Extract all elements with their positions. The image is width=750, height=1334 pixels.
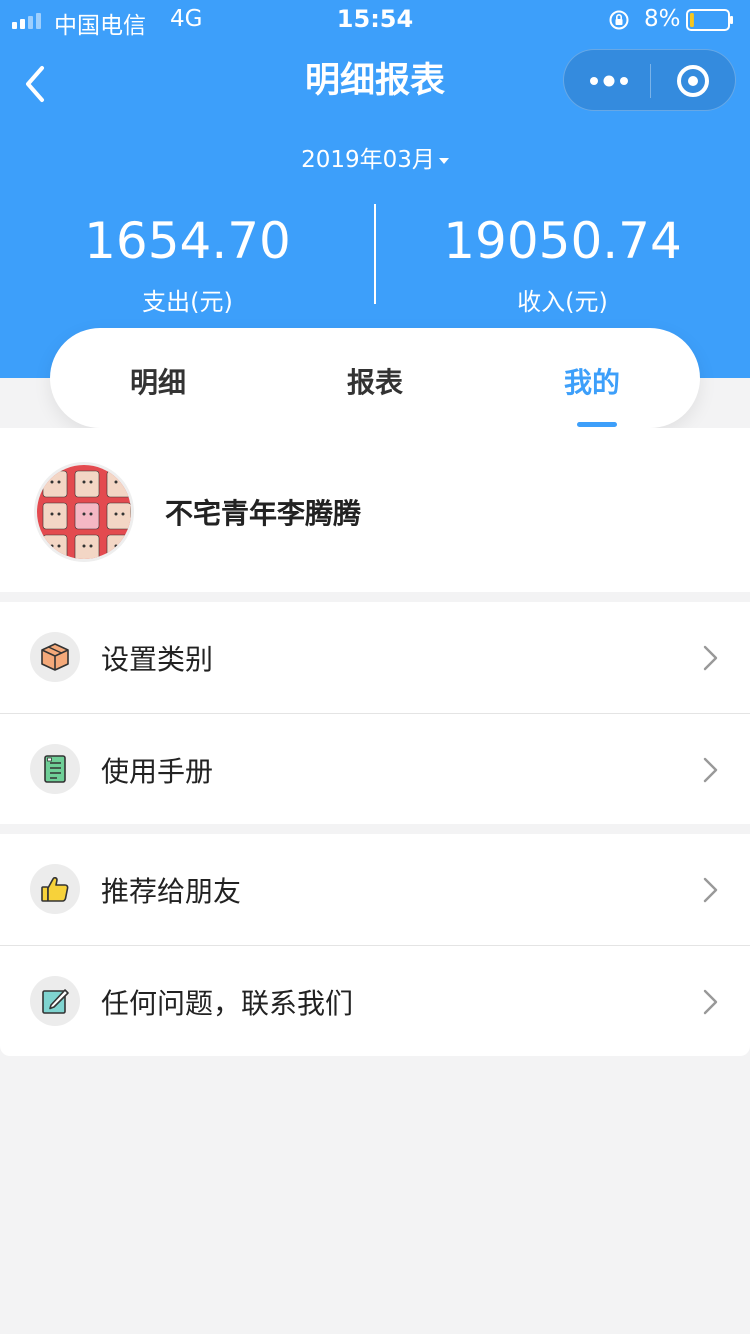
menu-item-recommend[interactable]: 推荐给朋友 — [0, 834, 750, 945]
battery-percent: 8% — [644, 6, 681, 32]
profile-card[interactable]: 不宅青年李腾腾 — [0, 428, 750, 592]
menu-item-categories[interactable]: 设置类别 — [0, 602, 750, 713]
avatar — [34, 462, 134, 562]
box-icon — [41, 643, 69, 671]
income-label: 收入(元) — [517, 288, 608, 316]
battery-icon — [686, 9, 733, 31]
expense-label: 支出(元) — [142, 288, 233, 316]
avatar-image — [37, 465, 131, 559]
expense-stat: 1654.70 支出(元) — [0, 210, 375, 317]
chevron-right-icon — [703, 757, 718, 783]
tab-report[interactable]: 报表 — [267, 328, 483, 428]
menu-label: 推荐给朋友 — [101, 875, 242, 908]
menu-label: 使用手册 — [101, 755, 214, 788]
header: 中国电信 4G 15:54 8% 明细报表 2019年03月 1654.70 支… — [0, 0, 750, 378]
icon-circle — [30, 632, 80, 682]
manual-icon — [44, 755, 66, 783]
chevron-right-icon — [703, 645, 718, 671]
menu-group-2: 推荐给朋友 任何问题，联系我们 — [0, 834, 750, 1056]
more-icon[interactable] — [564, 50, 650, 110]
icon-circle — [30, 864, 80, 914]
chevron-right-icon — [703, 989, 718, 1015]
chevron-right-icon — [703, 877, 718, 903]
menu-item-manual[interactable]: 使用手册 — [0, 713, 750, 824]
menu-label: 设置类别 — [101, 643, 214, 676]
rotation-lock-icon — [609, 10, 629, 30]
tab-bar: 明细 报表 我的 — [50, 328, 700, 428]
tab-detail[interactable]: 明细 — [50, 328, 266, 428]
menu-item-contact[interactable]: 任何问题，联系我们 — [0, 945, 750, 1056]
month-picker[interactable]: 2019年03月 — [0, 140, 750, 174]
status-bar: 中国电信 4G 15:54 8% — [0, 0, 750, 40]
menu-group-1: 设置类别 使用手册 — [0, 602, 750, 824]
clock: 15:54 — [336, 5, 414, 33]
icon-circle — [30, 976, 80, 1026]
edit-icon — [42, 989, 69, 1014]
month-label: 2019年03月 — [301, 147, 435, 173]
income-amount: 19050.74 — [443, 212, 682, 270]
thumbs-up-icon — [41, 876, 69, 902]
close-circle-icon[interactable] — [651, 50, 737, 110]
menu-label: 任何问题，联系我们 — [101, 987, 354, 1020]
tab-mine[interactable]: 我的 — [484, 328, 700, 428]
expense-amount: 1654.70 — [84, 212, 291, 270]
caret-down-icon — [438, 157, 449, 164]
username: 不宅青年李腾腾 — [165, 497, 362, 530]
icon-circle — [30, 744, 80, 794]
tab-active-indicator — [577, 422, 617, 427]
income-stat: 19050.74 收入(元) — [375, 210, 750, 317]
mini-program-capsule — [563, 49, 736, 111]
